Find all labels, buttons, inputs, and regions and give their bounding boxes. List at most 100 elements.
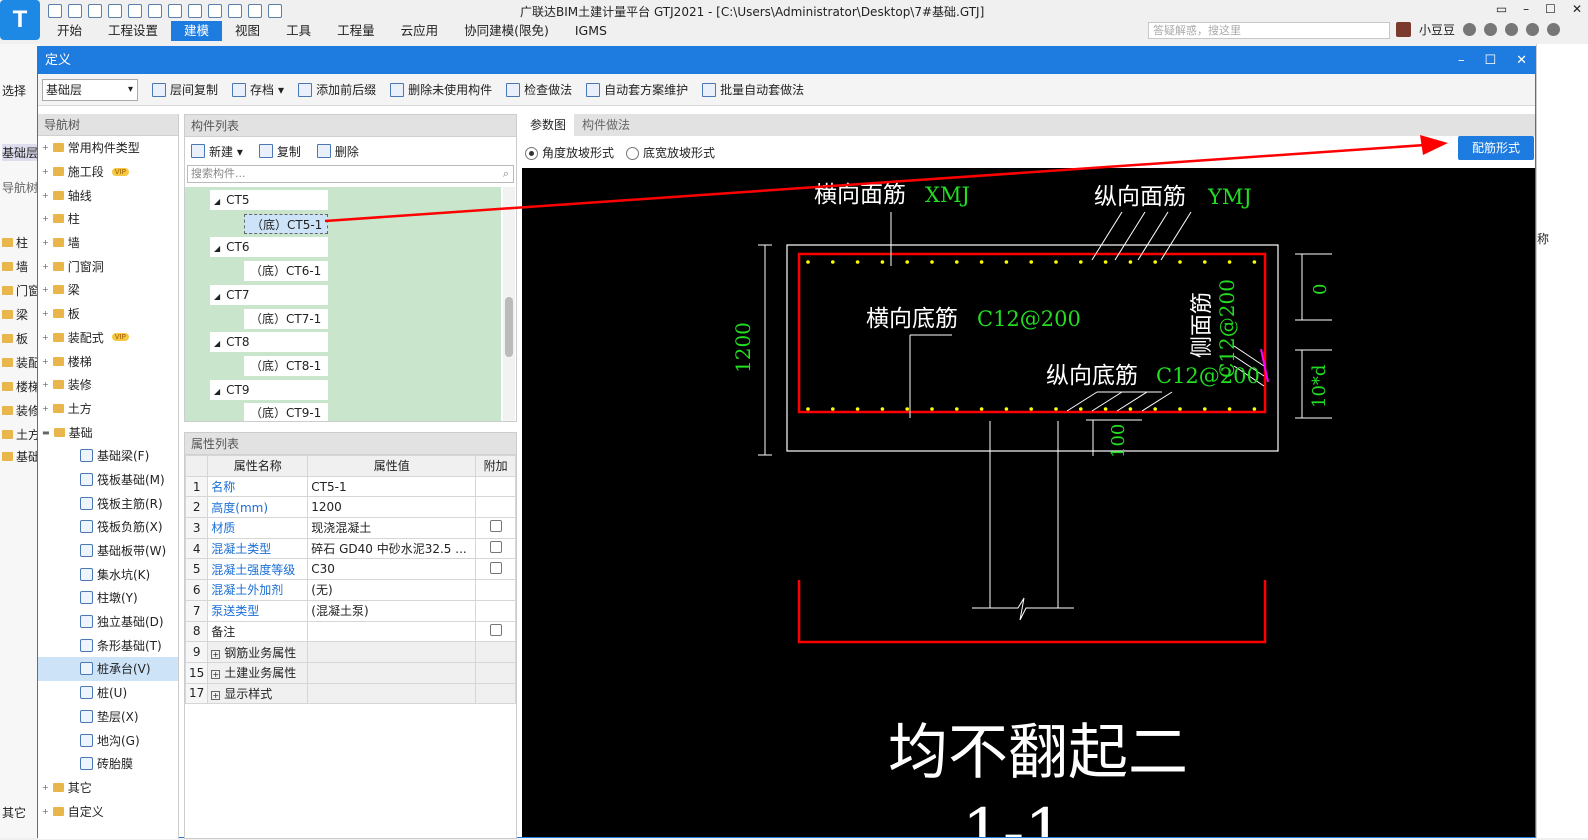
archive-button[interactable]: 存档 ▾ — [232, 81, 284, 98]
property-value[interactable]: 现浇混凝土 — [307, 517, 477, 539]
dialog-maximize-button[interactable]: ☐ — [1484, 53, 1496, 68]
tree-leaf[interactable]: （底）CT7-1 — [244, 308, 328, 329]
nav-sub-item[interactable]: 筏板基础(M) — [38, 468, 178, 492]
report-icon[interactable] — [188, 4, 202, 18]
delete-unused-button[interactable]: 删除未使用构件 — [390, 81, 492, 98]
settings-icon[interactable] — [1547, 23, 1561, 36]
export-icon[interactable] — [268, 4, 282, 18]
minimize-button[interactable]: – — [1523, 2, 1529, 16]
table-row[interactable]: 8 备注 — [184, 620, 516, 643]
nav-item[interactable]: + 常用构件类型 — [38, 136, 178, 160]
check-method-button[interactable]: 检查做法 — [506, 81, 572, 98]
user-name[interactable]: 小豆豆 — [1419, 21, 1455, 38]
nav-sub-item[interactable]: 地沟(G) — [38, 728, 178, 752]
menu-view[interactable]: 视图 — [222, 21, 273, 41]
nav-sub-item[interactable]: 条形基础(T) — [38, 633, 178, 657]
tree-node[interactable]: ◢ CT8 — [210, 332, 328, 353]
table-row[interactable]: 7 泵送类型 (混凝土泵) — [184, 599, 516, 622]
open-file-icon[interactable] — [68, 4, 82, 18]
nav-item[interactable]: + 其它 — [38, 776, 178, 800]
headset-icon[interactable] — [1484, 23, 1498, 36]
shirt-icon[interactable] — [1526, 23, 1540, 36]
nav-sub-item[interactable]: 基础梁(F) — [38, 444, 178, 468]
sum-icon[interactable] — [168, 4, 182, 18]
property-value[interactable]: 碎石 GD40 中砂水泥32.5 ... — [307, 537, 477, 560]
help-icon[interactable] — [1505, 23, 1519, 36]
tree-node[interactable]: ◢ CT7 — [210, 284, 328, 305]
component-search-input[interactable]: 搜索构件... ⌕ — [187, 165, 514, 183]
tab-parameter-diagram[interactable]: 参数图 — [522, 114, 575, 136]
nav-sub-item[interactable]: 柱墩(Y) — [38, 586, 178, 610]
nav-item[interactable]: + 楼梯 — [38, 349, 178, 373]
checkbox[interactable] — [489, 623, 502, 636]
nav-item[interactable]: + 板 — [38, 302, 178, 326]
property-value[interactable] — [307, 661, 477, 684]
property-extra[interactable] — [475, 517, 516, 539]
copy-button[interactable]: 复制 — [258, 143, 301, 160]
nav-item[interactable]: + 自定义 — [38, 799, 178, 823]
help-search-input[interactable]: 答疑解惑，搜这里 — [1148, 22, 1390, 39]
new-button[interactable]: 新建 ▾ — [191, 143, 243, 160]
property-extra[interactable] — [475, 558, 516, 581]
folder-icon[interactable] — [88, 4, 102, 18]
tree-leaf[interactable]: （底）CT9-1 — [244, 403, 328, 421]
table-row[interactable]: 2 高度(mm) 1200 — [184, 496, 516, 519]
avatar[interactable] — [1396, 22, 1411, 37]
table-row[interactable]: 6 混凝土外加剂 (无) — [184, 579, 516, 601]
nav-item[interactable]: + 门窗洞 — [38, 254, 178, 278]
tree-node[interactable]: ◢ CT9 — [210, 379, 328, 400]
delete-button[interactable]: 删除 — [316, 143, 359, 160]
table-row[interactable]: 9 + 钢筋业务属性 — [184, 641, 516, 663]
radio-width-slope[interactable]: 底宽放坡形式 — [626, 144, 715, 161]
nav-sub-item[interactable]: 集水坑(K) — [38, 562, 178, 586]
checkbox[interactable] — [489, 541, 502, 554]
save-icon[interactable] — [108, 4, 122, 18]
add-prefix-suffix-button[interactable]: 添加前后缀 — [298, 81, 376, 98]
rebar-form-button[interactable]: 配筋形式 — [1458, 136, 1534, 160]
checkbox[interactable] — [489, 520, 502, 533]
scrollbar[interactable] — [503, 187, 515, 421]
copy-between-floors-button[interactable]: 层间复制 — [152, 81, 218, 98]
table-row[interactable]: 1 名称 CT5-1 — [184, 475, 516, 498]
tree-node[interactable]: ◢ CT6 — [210, 237, 328, 258]
radio-angle-slope[interactable]: 角度放坡形式 — [525, 144, 614, 161]
nav-item[interactable]: ▬ 基础 — [38, 420, 178, 444]
new-file-icon[interactable] — [48, 4, 62, 18]
nav-sub-item[interactable]: 桩(U) — [38, 681, 178, 705]
property-value[interactable]: (混凝土泵) — [307, 599, 477, 622]
property-value[interactable]: (无) — [307, 579, 477, 601]
nav-item[interactable]: + 轴线 — [38, 183, 178, 207]
nav-item[interactable]: + 施工段 VIP — [38, 160, 178, 184]
copy-icon[interactable] — [228, 4, 242, 18]
menu-start[interactable]: 开始 — [44, 21, 95, 41]
checkbox[interactable] — [489, 561, 502, 574]
nav-sub-item[interactable]: 筏板主筋(R) — [38, 491, 178, 515]
property-extra[interactable] — [475, 620, 516, 643]
expand-icon[interactable]: + — [211, 670, 221, 680]
check-icon[interactable] — [208, 4, 222, 18]
expand-icon[interactable]: + — [211, 649, 221, 659]
menu-modeling[interactable]: 建模 — [171, 21, 223, 41]
nav-item[interactable]: + 梁 — [38, 278, 178, 302]
nav-sub-item[interactable]: 基础板带(W) — [38, 539, 178, 563]
nav-item[interactable]: + 土方 — [38, 397, 178, 421]
grid-icon[interactable] — [248, 4, 262, 18]
nav-item[interactable]: + 装修 — [38, 373, 178, 397]
menu-tools[interactable]: 工具 — [273, 21, 324, 41]
batch-auto-method-button[interactable]: 批量自动套做法 — [702, 81, 804, 98]
menu-quantities[interactable]: 工程量 — [324, 21, 388, 41]
message-icon[interactable] — [1463, 23, 1477, 36]
maximize-button[interactable]: ☐ — [1545, 2, 1556, 16]
tree-leaf[interactable]: （底）CT8-1 — [244, 355, 328, 376]
table-row[interactable]: 4 混凝土类型 碎石 GD40 中砂水泥32.5 ... — [184, 537, 516, 560]
undo-icon[interactable] — [128, 4, 142, 18]
menu-collab[interactable]: 协同建模(限免) — [451, 21, 562, 41]
nav-sub-item[interactable]: 筏板负筋(X) — [38, 515, 178, 539]
nav-sub-item[interactable]: 砖胎膜 — [38, 752, 178, 776]
nav-item[interactable]: + 柱 — [38, 207, 178, 231]
property-value[interactable]: CT5-1 — [307, 475, 477, 498]
floor-select[interactable]: 基础层 — [42, 78, 138, 101]
nav-sub-item[interactable]: 垫层(X) — [38, 705, 178, 729]
expand-icon[interactable]: + — [211, 690, 221, 700]
property-value[interactable] — [307, 682, 477, 705]
